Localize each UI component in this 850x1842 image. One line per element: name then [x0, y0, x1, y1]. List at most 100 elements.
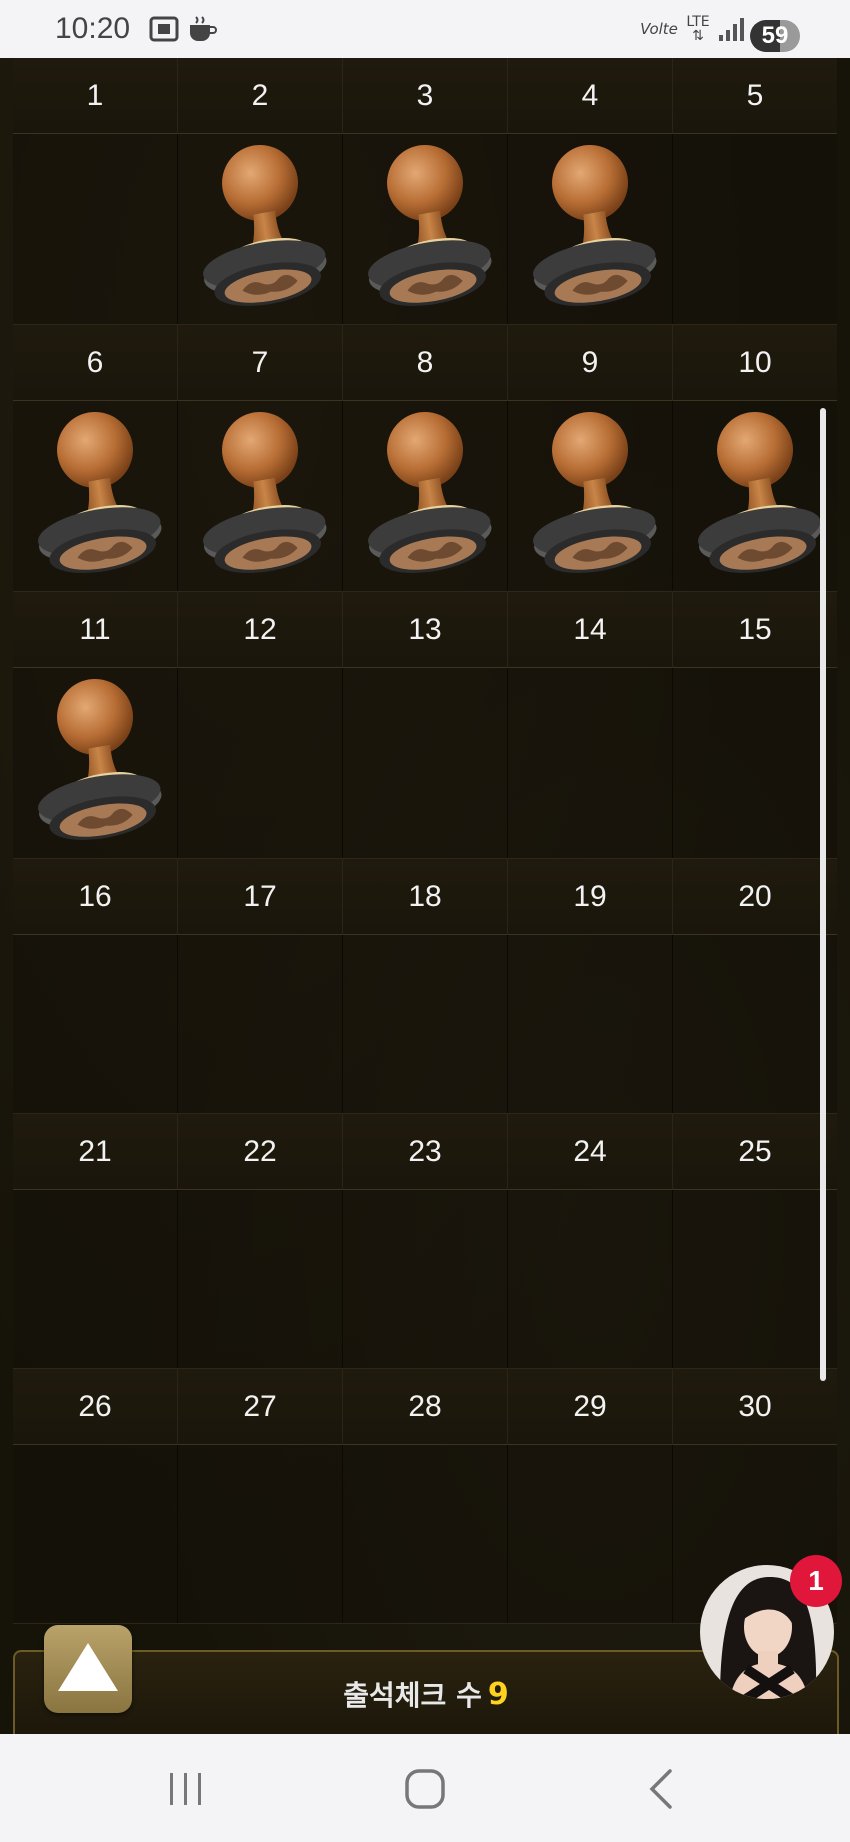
day-number: 26 — [13, 1369, 178, 1445]
day-number: 23 — [343, 1114, 508, 1190]
day-cell — [13, 935, 178, 1113]
navigation-bar — [0, 1734, 850, 1842]
day-number: 15 — [673, 592, 837, 668]
recent-apps-icon — [170, 1773, 201, 1805]
day-number-row: 6 7 8 9 10 — [13, 325, 837, 401]
day-cell — [13, 668, 178, 858]
day-cell — [13, 1445, 178, 1623]
day-number: 18 — [343, 859, 508, 935]
back-button[interactable] — [632, 1764, 692, 1814]
day-number: 11 — [13, 592, 178, 668]
recent-apps-button[interactable] — [156, 1764, 216, 1814]
stamp-row — [13, 401, 837, 592]
lte-icon: LTE ⇅ — [686, 14, 710, 44]
day-cell — [508, 1190, 673, 1368]
calendar-week: 21 22 23 24 25 — [13, 1114, 837, 1369]
attendance-stamp-icon — [38, 678, 162, 840]
status-time: 10:20 — [55, 12, 131, 45]
calendar-week: 16 17 18 19 20 — [13, 859, 837, 1114]
day-cell — [343, 1190, 508, 1368]
day-cell — [508, 935, 673, 1113]
day-number: 7 — [178, 325, 343, 401]
day-number: 8 — [343, 325, 508, 401]
day-number: 20 — [673, 859, 837, 935]
stamp-row — [13, 668, 837, 859]
day-cell — [178, 134, 343, 324]
day-cell — [178, 1190, 343, 1368]
day-number: 13 — [343, 592, 508, 668]
attendance-stamp-icon — [368, 411, 492, 573]
stamp-row — [13, 1190, 837, 1369]
attendance-stamp-icon — [533, 144, 657, 306]
stamp-row — [13, 134, 837, 325]
scrollbar[interactable] — [820, 408, 826, 1381]
day-number: 24 — [508, 1114, 673, 1190]
day-cell — [673, 401, 837, 591]
day-number: 16 — [13, 859, 178, 935]
day-number: 19 — [508, 859, 673, 935]
day-cell — [508, 668, 673, 858]
day-cell — [178, 401, 343, 591]
day-cell — [343, 1445, 508, 1623]
day-number: 1 — [13, 58, 178, 134]
day-number: 10 — [673, 325, 837, 401]
attendance-stamp-icon — [203, 144, 327, 306]
attendance-stamp-icon — [533, 411, 657, 573]
day-number-row: 12345 — [13, 58, 837, 134]
attendance-stamp-icon — [203, 411, 327, 573]
calendar-week: 12345 — [13, 58, 837, 325]
day-number: 9 — [508, 325, 673, 401]
day-number: 25 — [673, 1114, 837, 1190]
scroll-to-top-button[interactable] — [44, 1625, 132, 1713]
day-number: 6 — [13, 325, 178, 401]
day-number: 3 — [343, 58, 508, 134]
day-number-row: 16 17 18 19 20 — [13, 859, 837, 935]
day-cell — [673, 1190, 837, 1368]
day-cell — [343, 668, 508, 858]
day-number: 4 — [508, 58, 673, 134]
attendance-stamp-icon — [368, 144, 492, 306]
chat-notification-badge: 1 — [790, 1555, 842, 1607]
day-cell — [673, 668, 837, 858]
volte-icon: Volte — [640, 20, 678, 38]
day-cell — [508, 134, 673, 324]
day-cell — [178, 935, 343, 1113]
calendar-week: 26 27 28 29 30 — [13, 1369, 837, 1624]
calendar-week: 11 12 13 14 15 — [13, 592, 837, 859]
day-number: 5 — [673, 58, 837, 134]
day-number: 28 — [343, 1369, 508, 1445]
calendar-week: 6 7 8 9 10 — [13, 325, 837, 592]
calendar-grid: 12345 6 7 8 9 10 11 12 13 14 15 16 17 18… — [13, 58, 837, 1624]
day-cell — [178, 1445, 343, 1623]
attendance-stamp-icon — [698, 411, 822, 573]
day-cell — [508, 1445, 673, 1623]
stamp-row — [13, 935, 837, 1114]
day-cell — [508, 401, 673, 591]
day-number: 2 — [178, 58, 343, 134]
attendance-count-label: 출석체크 수 — [343, 1679, 482, 1712]
screenshot-icon — [148, 14, 180, 44]
day-number: 17 — [178, 859, 343, 935]
day-number: 29 — [508, 1369, 673, 1445]
day-cell — [178, 668, 343, 858]
attendance-stamp-icon — [38, 411, 162, 573]
day-cell — [13, 134, 178, 324]
day-number-row: 26 27 28 29 30 — [13, 1369, 837, 1445]
status-bar: 10:20 Volte LTE ⇅ 59 — [0, 0, 850, 58]
home-icon — [405, 1769, 445, 1809]
back-icon — [649, 1769, 672, 1809]
day-number: 14 — [508, 592, 673, 668]
day-cell — [13, 401, 178, 591]
arrow-up-icon — [58, 1643, 118, 1691]
attendance-count-value: 9 — [487, 1676, 509, 1712]
battery-indicator: 59 — [750, 20, 800, 52]
day-number-row: 21 22 23 24 25 — [13, 1114, 837, 1190]
day-cell — [343, 134, 508, 324]
day-cell — [13, 1190, 178, 1368]
day-number-row: 11 12 13 14 15 — [13, 592, 837, 668]
home-button[interactable] — [395, 1764, 455, 1814]
day-number: 22 — [178, 1114, 343, 1190]
day-number: 21 — [13, 1114, 178, 1190]
day-cell — [343, 935, 508, 1113]
day-cell — [673, 134, 837, 324]
